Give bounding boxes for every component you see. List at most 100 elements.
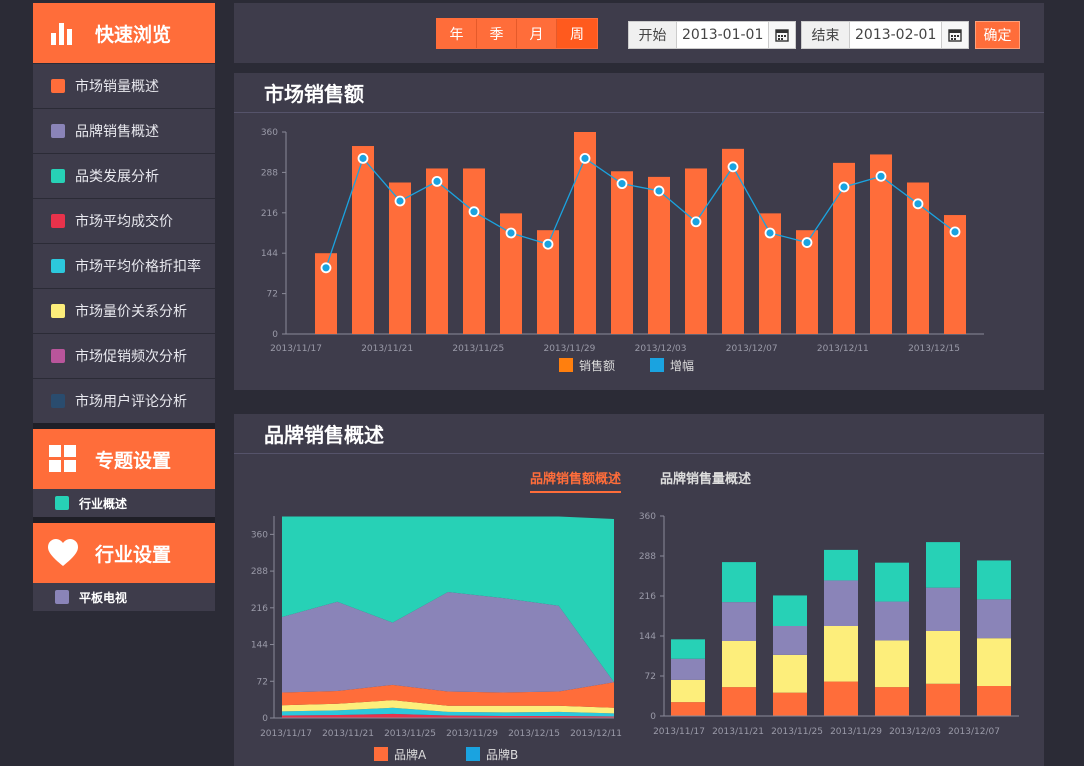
y-tick-label: 144 <box>251 641 268 651</box>
period-quarter-button[interactable]: 季 <box>477 19 517 48</box>
x-tick-label: 2013/11/25 <box>384 729 436 739</box>
sidebar-item-label: 市场销量概述 <box>75 79 159 95</box>
stacked-bar-segment-1 <box>977 638 1011 686</box>
stacked-bar-segment-2 <box>671 658 705 680</box>
y-tick-label: 216 <box>251 604 268 614</box>
market-sales-panel: 市场销售额 0 72 144 216 288 360 2013/11/17 2013/11/2… <box>234 73 1044 390</box>
industry-overview-swatch <box>55 496 69 510</box>
y-tick-label: 216 <box>261 209 278 219</box>
stacked-bar-segment-0 <box>824 681 858 716</box>
sales-bar <box>722 148 744 334</box>
x-tick-label: 2013/12/11 <box>817 344 869 354</box>
stacked-bar-segment-3 <box>824 549 858 581</box>
stacked-bar-segment-0 <box>773 692 807 716</box>
tab-brand-sales-amount[interactable]: 品牌销售额概述 <box>530 468 622 493</box>
period-month-button[interactable]: 月 <box>517 19 557 48</box>
x-tick-label: 2013/11/29 <box>543 344 595 354</box>
growth-point <box>505 227 517 239</box>
y-tick-label: 288 <box>261 168 278 178</box>
panel-title: 品牌销售概述 <box>234 414 1044 454</box>
growth-point <box>801 237 813 248</box>
x-tick-label: 2013/11/29 <box>830 727 882 737</box>
growth-point <box>431 175 443 187</box>
quick-browse-header[interactable]: 快速浏览 <box>33 3 215 63</box>
growth-point <box>320 262 332 274</box>
x-tick-label: 2013/11/25 <box>771 727 823 737</box>
stacked-bar-segment-2 <box>926 587 960 631</box>
sales-bar <box>426 168 448 334</box>
panel-title: 市场销售额 <box>234 73 1044 113</box>
sidebar-item-6[interactable]: 市场促销频次分析 <box>33 333 215 378</box>
x-tick-label: 2013/12/07 <box>948 727 1000 737</box>
sidebar-item-swatch <box>51 124 65 138</box>
sales-bar <box>648 176 670 334</box>
sidebar-item-label: 市场促销频次分析 <box>75 349 187 365</box>
sales-bar <box>463 168 485 334</box>
topic-settings-header[interactable]: 专题设置 <box>33 429 215 489</box>
sidebar-item-0[interactable]: 市场销量概述 <box>33 63 215 108</box>
industry-settings-title: 行业设置 <box>95 543 172 566</box>
y-tick-label: 216 <box>639 592 656 602</box>
stacked-bar-segment-2 <box>824 580 858 626</box>
sidebar-item-2[interactable]: 品类发展分析 <box>33 153 215 198</box>
sales-bar <box>611 171 633 334</box>
tab-brand-sales-volume[interactable]: 品牌销售量概述 <box>660 468 751 487</box>
stacked-bar-segment-1 <box>722 641 756 688</box>
sidebar-item-swatch <box>51 349 65 363</box>
x-tick-label: 2013/11/21 <box>712 727 764 737</box>
start-date-field[interactable]: 2013-01-01 <box>677 22 769 48</box>
growth-point <box>764 227 776 239</box>
sidebar-item-1[interactable]: 品牌销售概述 <box>33 108 215 153</box>
stacked-bar-segment-1 <box>824 626 858 682</box>
stacked-bar-segment-1 <box>875 640 909 688</box>
x-tick-label: 2013/11/29 <box>446 729 498 739</box>
calendar-icon[interactable] <box>769 22 795 48</box>
y-tick-label: 72 <box>257 677 268 687</box>
grid-icon <box>47 443 79 475</box>
industry-settings-header[interactable]: 行业设置 <box>33 523 215 583</box>
sidebar-item-swatch <box>51 79 65 93</box>
growth-point <box>579 152 591 164</box>
end-date-label: 结束 <box>802 22 850 48</box>
period-year-button[interactable]: 年 <box>437 19 477 48</box>
y-tick-label: 288 <box>639 552 656 562</box>
confirm-button[interactable]: 确定 <box>975 21 1020 49</box>
end-date-field[interactable]: 2013-02-01 <box>850 22 942 48</box>
x-tick-label: 2013/11/25 <box>452 344 504 354</box>
x-tick-label: 2013/12/03 <box>889 727 941 737</box>
growth-point <box>875 170 887 182</box>
stacked-bar-segment-2 <box>977 599 1011 639</box>
sidebar-item-label: 市场平均成交价 <box>75 214 173 230</box>
legend-label: 品牌A <box>394 748 427 762</box>
x-tick-label: 2013/11/17 <box>653 727 705 737</box>
stacked-bar-segment-3 <box>977 560 1011 600</box>
x-tick-label: 2013/11/21 <box>322 729 374 739</box>
legend-swatch <box>466 747 480 761</box>
x-tick-label: 2013/12/15 <box>908 344 960 354</box>
sidebar-item-label: 市场用户评论分析 <box>75 394 187 410</box>
sidebar-item-3[interactable]: 市场平均成交价 <box>33 198 215 243</box>
sales-bar <box>685 168 707 334</box>
growth-point <box>468 206 480 218</box>
sidebar-item-label: 市场量价关系分析 <box>75 304 187 320</box>
y-tick-label: 0 <box>272 330 278 340</box>
period-week-button[interactable]: 周 <box>557 19 597 48</box>
sidebar-item-7[interactable]: 市场用户评论分析 <box>33 378 215 423</box>
growth-point <box>357 152 369 164</box>
sales-bar <box>352 146 374 334</box>
y-tick-label: 288 <box>251 567 268 577</box>
market-sales-chart: 0 72 144 216 288 360 2013/11/17 2013/11/21 2013/… <box>261 128 984 373</box>
sidebar-item-flat-tv[interactable]: 平板电视 <box>33 583 215 611</box>
calendar-icon[interactable] <box>942 22 968 48</box>
y-tick-label: 0 <box>650 712 656 722</box>
x-tick-label: 2013/12/11 <box>570 729 622 739</box>
growth-point <box>542 238 554 250</box>
stacked-bar-segment-2 <box>875 601 909 641</box>
legend-label-growth: 增幅 <box>670 358 694 373</box>
sidebar-item-industry-overview[interactable]: 行业概述 <box>33 489 215 517</box>
x-tick-label: 2013/11/17 <box>260 729 312 739</box>
heart-icon <box>47 537 79 569</box>
sidebar-item-5[interactable]: 市场量价关系分析 <box>33 288 215 333</box>
y-tick-label: 72 <box>645 672 656 682</box>
sidebar-item-4[interactable]: 市场平均价格折扣率 <box>33 243 215 288</box>
